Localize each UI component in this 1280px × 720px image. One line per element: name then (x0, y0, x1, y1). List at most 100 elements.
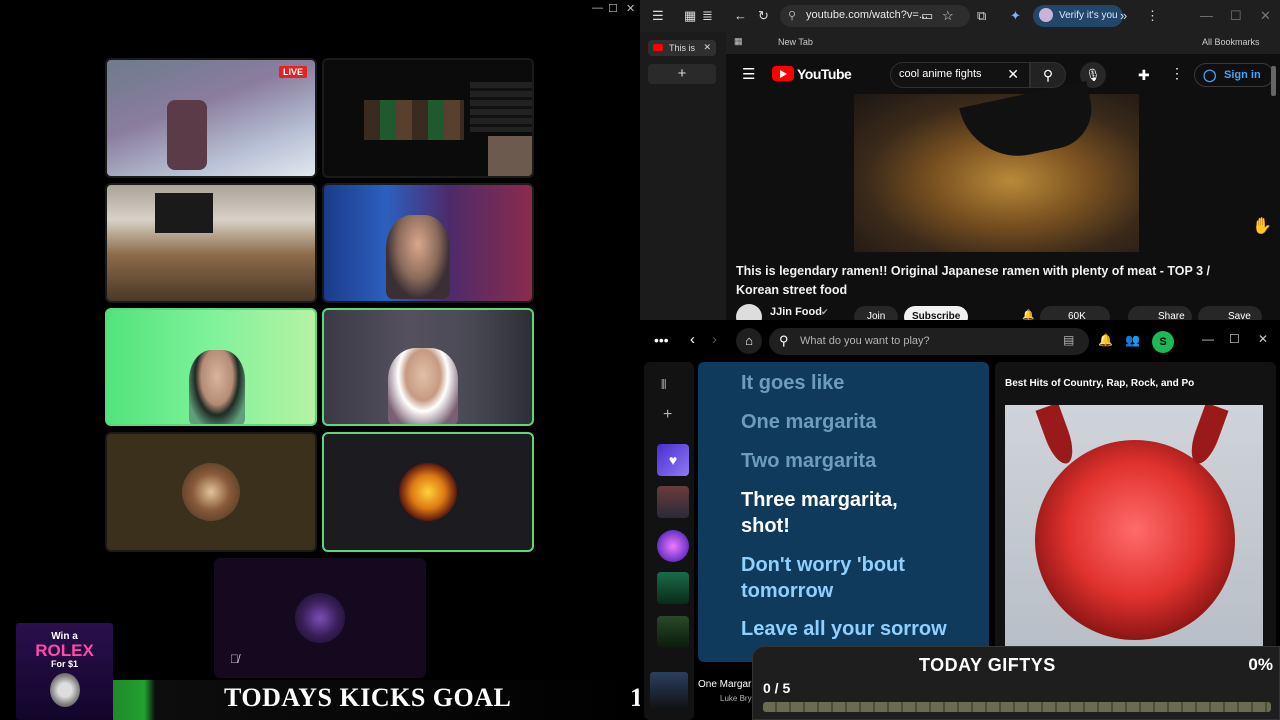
sidebar-toggle-icon[interactable]: ☰ (652, 8, 664, 24)
webcam-inset (488, 136, 532, 176)
playlist-thumb[interactable] (657, 486, 689, 518)
verify-button[interactable]: Verify it's you (1033, 5, 1123, 27)
gloved-hand (959, 81, 1099, 167)
account-icon: ◯ (1203, 68, 1217, 82)
kicks-goal-title: TODAYS KICKS GOAL (224, 683, 512, 712)
lyric-line[interactable]: Two margarita (741, 448, 981, 474)
lyric-line-current[interactable]: Three margarita, shot! (741, 487, 911, 539)
monitor (155, 193, 213, 233)
reload-icon[interactable]: ↻ (758, 8, 769, 24)
close-button[interactable]: ✕ (1260, 8, 1271, 24)
album-art[interactable] (1005, 405, 1263, 655)
maximize-button[interactable]: ☐ (1230, 8, 1242, 24)
gifts-percent: 0% (1248, 655, 1273, 674)
clear-search-icon[interactable]: ✕ (1007, 66, 1019, 83)
video-player[interactable] (854, 81, 1139, 252)
participant-tile-room[interactable] (105, 183, 317, 303)
youtube-favicon (653, 44, 663, 51)
extensions-icon[interactable]: ⧉ (977, 8, 986, 24)
playlist-title[interactable]: Best Hits of Country, Rap, Rock, and Po (1005, 378, 1194, 389)
browser-window: ☰ ▦ ≣ ← ↻ ⚲ youtube.com/watch?v=... ▭ ☆ … (640, 0, 1280, 330)
now-playing-thumb[interactable] (650, 672, 688, 710)
create-icon[interactable]: ✚ (1138, 67, 1150, 84)
gifts-count: 0 / 5 (763, 680, 791, 696)
maximize-button[interactable]: ☐ (1229, 332, 1240, 346)
rolex-promo[interactable]: Win a ROLEX For $1 (16, 623, 113, 720)
scrollbar-thumb[interactable] (1271, 66, 1276, 96)
search-button[interactable]: ⚲ (1030, 62, 1066, 88)
hamburger-icon[interactable]: ☰ (742, 65, 755, 83)
gifts-goal-overlay: TODAY GIFTYS 0% 0 / 5 (752, 646, 1280, 720)
channel-name[interactable]: JJin Food (770, 306, 822, 318)
promo-line1: Win a (51, 631, 78, 642)
participant-tile-avatar-2[interactable] (322, 432, 534, 552)
participant-tile-avatar-1[interactable] (105, 432, 317, 552)
participant-tile-game-stream[interactable]: LIVE (105, 58, 317, 178)
search-input[interactable]: cool anime fights ✕ (890, 62, 1030, 88)
maximize-button[interactable]: ☐ (608, 2, 618, 15)
search-input[interactable]: ⚲ What do you want to play? ▤ (769, 328, 1089, 355)
participant-tile-avatar-3[interactable]: 🎙̸ (214, 558, 426, 678)
close-tab-icon[interactable]: ✕ (703, 42, 711, 53)
profile-avatar[interactable]: S (1152, 331, 1174, 353)
youtube-logo-icon[interactable] (772, 66, 794, 81)
promo-line3: For $1 (50, 659, 78, 669)
lyric-line[interactable]: One margarita (741, 409, 981, 435)
close-button[interactable]: ✕ (626, 2, 635, 15)
lyrics-panel: It goes like One margarita Two margarita… (698, 362, 989, 662)
gemini-icon[interactable]: ✦ (1010, 8, 1021, 24)
video-title: This is legendary ramen!! Original Japan… (736, 264, 1210, 297)
search-icon: ⚲ (779, 333, 789, 348)
menu-icon[interactable]: ⋮ (1146, 8, 1159, 24)
home-icon[interactable]: ⌂ (736, 328, 762, 354)
playlist-thumb[interactable] (657, 616, 689, 648)
bookmark-star-icon[interactable]: ☆ (942, 8, 954, 24)
minimize-button[interactable]: — (1202, 332, 1214, 346)
cast-icon[interactable]: ▭ (921, 8, 933, 24)
apps-icon[interactable]: ▦ (734, 36, 743, 47)
lyric-line[interactable]: Don't worry 'bout tomorrow (741, 552, 911, 604)
thumbnail-grid (364, 100, 464, 140)
sign-in-label: Sign in (1224, 69, 1261, 81)
more-options-icon[interactable]: ••• (654, 332, 669, 348)
participant-tile-cap[interactable] (322, 308, 534, 426)
live-badge: LIVE (278, 66, 307, 78)
new-tab-button[interactable]: + (648, 64, 716, 84)
settings-menu-icon[interactable]: ⋮ (1170, 65, 1184, 82)
bookmark-new-tab[interactable]: New Tab (778, 37, 813, 47)
browse-icon[interactable]: ▤ (1063, 333, 1074, 347)
now-playing-title[interactable]: One Margari (698, 679, 754, 690)
friend-activity-icon[interactable]: 👥 (1125, 333, 1140, 347)
tab-youtube[interactable]: This is ✕ (648, 40, 716, 56)
back-icon[interactable]: ‹ (690, 331, 695, 348)
tab-grid-icon[interactable]: ▦ (684, 8, 696, 24)
notifications-icon[interactable]: 🔔 (1098, 333, 1113, 347)
all-bookmarks[interactable]: All Bookmarks (1202, 37, 1260, 47)
participant-tile-stream-dashboard[interactable] (322, 58, 534, 178)
more-tabs-icon[interactable]: » (1120, 8, 1127, 23)
youtube-logo-text: YouTube (797, 66, 852, 82)
url-text: youtube.com/watch?v=... (806, 9, 928, 21)
minimize-button[interactable]: — (1200, 8, 1213, 23)
forward-icon[interactable]: › (712, 331, 717, 348)
close-button[interactable]: ✕ (1258, 332, 1268, 346)
now-playing-artist[interactable]: Luke Bry (720, 694, 752, 703)
lyric-line[interactable]: It goes like (741, 370, 981, 396)
library-sidebar: ⫴ + ♥ (644, 362, 694, 720)
tab-search-icon[interactable]: ≣ (702, 8, 713, 24)
create-playlist-icon[interactable]: + (663, 406, 672, 424)
playlist-thumb[interactable] (657, 572, 689, 604)
youtube-page: ☰ YouTube cool anime fights ✕ ⚲ 🎙 ✚ ⋮ ◯ … (726, 54, 1280, 330)
participant-tile-streamer[interactable] (322, 183, 534, 303)
lyric-line[interactable]: Leave all your sorrow (741, 616, 981, 642)
sign-in-button[interactable]: ◯ Sign in (1194, 63, 1274, 87)
minimize-button[interactable]: — (592, 2, 603, 14)
participant-tile-green-screen[interactable] (105, 308, 317, 426)
tab-label: This is (669, 43, 696, 53)
liked-songs-thumb[interactable]: ♥ (657, 444, 689, 476)
devil-mascot (1035, 440, 1235, 640)
library-icon[interactable]: ⫴ (661, 377, 666, 393)
back-icon[interactable]: ← (734, 8, 747, 23)
site-info-icon[interactable]: ⚲ (788, 9, 796, 22)
artist-thumb[interactable] (657, 530, 689, 562)
